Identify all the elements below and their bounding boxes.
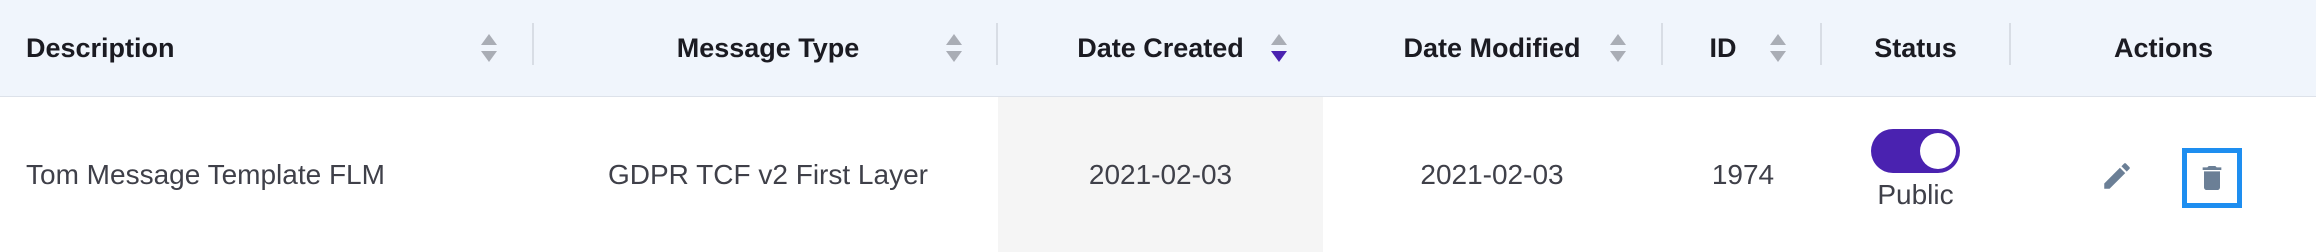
table-row: Tom Message Template FLM GDPR TCF v2 Fir…: [0, 97, 2316, 252]
column-header-label: ID: [1709, 32, 1737, 63]
delete-button[interactable]: [2182, 148, 2242, 208]
toggle-knob: [1920, 133, 1956, 169]
message-templates-table: Description Message Type Date Created Da…: [0, 0, 2316, 252]
cell-description: Tom Message Template FLM: [26, 158, 385, 190]
sort-toggle-icon[interactable]: [1609, 32, 1627, 64]
sort-toggle-icon[interactable]: [945, 32, 963, 64]
column-header-description[interactable]: Description: [26, 0, 536, 96]
column-header-actions: Actions: [2011, 0, 2316, 96]
column-divider: [532, 23, 534, 65]
sort-descending-icon[interactable]: [1270, 32, 1288, 64]
table-header-row: Description Message Type Date Created Da…: [0, 0, 2316, 97]
column-header-id[interactable]: ID: [1663, 0, 1783, 96]
trash-icon: [2202, 166, 2222, 190]
sort-toggle-icon[interactable]: [480, 32, 498, 64]
cell-id: 1974: [1711, 158, 1775, 190]
status-label: Public: [1877, 179, 1954, 210]
status-toggle[interactable]: [1871, 129, 1960, 173]
column-header-label: Actions: [2113, 32, 2213, 63]
cell-date-modified: 2021-02-03: [1420, 158, 1564, 190]
column-header-label: Description: [26, 32, 175, 63]
cell-message-type: GDPR TCF v2 First Layer: [608, 158, 928, 190]
column-header-label: Message Type: [676, 32, 860, 63]
sort-toggle-icon[interactable]: [1769, 32, 1787, 64]
edit-button[interactable]: [2100, 159, 2134, 193]
pencil-icon: [2104, 163, 2130, 189]
cell-date-created: 2021-02-03: [1088, 158, 1233, 190]
column-header-label: Status: [1874, 32, 1957, 63]
column-header-message-type[interactable]: Message Type: [536, 0, 1000, 96]
column-header-status: Status: [1822, 0, 2009, 96]
